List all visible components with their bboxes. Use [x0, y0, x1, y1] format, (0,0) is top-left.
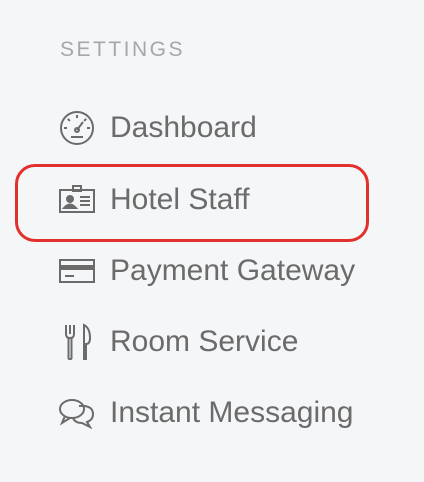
menu-item-label: Instant Messaging	[110, 396, 354, 429]
chat-bubbles-icon	[56, 392, 98, 434]
menu-item-label: Room Service	[110, 325, 299, 358]
menu-item-dashboard[interactable]: Dashboard	[56, 106, 257, 150]
settings-section-title: SETTINGS	[60, 38, 186, 61]
credit-card-icon	[56, 250, 98, 292]
hotel-staff-highlight	[15, 164, 369, 242]
menu-item-label: Dashboard	[110, 111, 257, 144]
fork-knife-icon	[56, 321, 98, 363]
menu-item-label: Payment Gateway	[110, 254, 356, 287]
speedometer-icon	[56, 107, 98, 149]
menu-item-room-service[interactable]: Room Service	[56, 320, 298, 364]
menu-item-instant-messaging[interactable]: Instant Messaging	[56, 391, 353, 435]
menu-item-payment-gateway[interactable]: Payment Gateway	[56, 249, 355, 293]
